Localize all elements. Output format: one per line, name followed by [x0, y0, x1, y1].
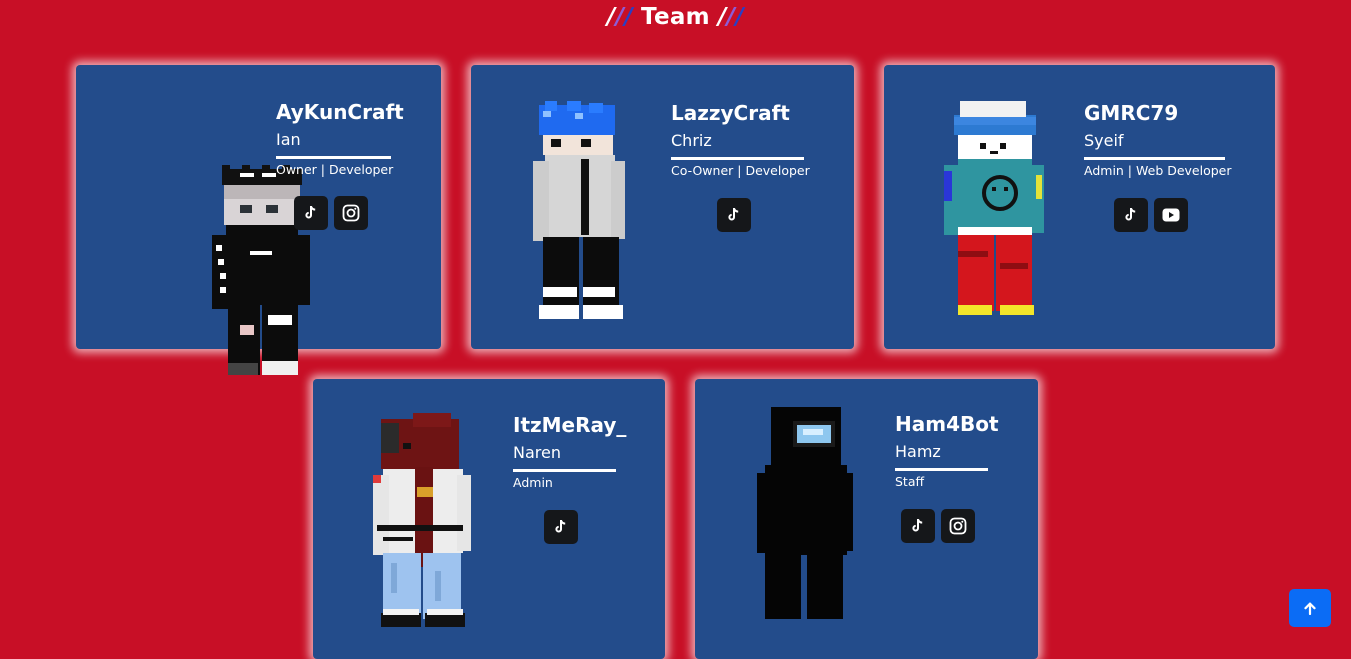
instagram-icon: [949, 517, 967, 535]
member-username: Ham4Bot: [895, 412, 999, 436]
member-name: Naren: [513, 443, 561, 462]
member-name: Hamz: [895, 442, 941, 461]
minecraft-skin-image: [757, 407, 853, 619]
member-role: Admin | Web Developer: [1084, 163, 1232, 178]
member-username: LazzyCraft: [671, 101, 790, 125]
social-links: [717, 198, 751, 232]
divider: [276, 156, 391, 159]
member-info: AyKunCraft Ian Owner | Developer: [276, 100, 404, 179]
divider: [671, 157, 804, 160]
instagram-icon: [342, 204, 360, 222]
tiktok-icon: [728, 207, 739, 221]
title-prefix-slashes: ///: [606, 4, 634, 30]
member-role: Owner | Developer: [276, 162, 394, 177]
team-card-itzmeray: ItzMeRay_ Naren Admin: [313, 379, 665, 659]
divider: [1084, 157, 1225, 160]
tiktok-icon: [912, 518, 923, 532]
divider: [513, 469, 616, 472]
team-card-gmrc79: GMRC79 Syeif Admin | Web Developer: [884, 65, 1275, 349]
member-info: LazzyCraft Chriz Co-Owner | Developer: [671, 101, 810, 180]
tiktok-link-button[interactable]: [901, 509, 935, 543]
member-role: Co-Owner | Developer: [671, 163, 810, 178]
back-to-top-button[interactable]: [1289, 589, 1331, 627]
instagram-link-button[interactable]: [941, 509, 975, 543]
member-username: GMRC79: [1084, 101, 1179, 125]
tiktok-link-button[interactable]: [1114, 198, 1148, 232]
team-card-aykuncraft: AyKunCraft Ian Owner | Developer: [76, 65, 441, 375]
member-info: GMRC79 Syeif Admin | Web Developer: [1084, 101, 1232, 180]
social-links: [294, 196, 368, 230]
member-info: ItzMeRay_ Naren Admin: [513, 413, 626, 492]
instagram-link-button[interactable]: [334, 196, 368, 230]
youtube-icon: [1162, 208, 1180, 222]
youtube-link-button[interactable]: [1154, 198, 1188, 232]
member-role: Admin: [513, 475, 553, 490]
tiktok-link-button[interactable]: [544, 510, 578, 544]
title-suffix-slashes: ///: [717, 4, 745, 30]
tiktok-icon: [305, 205, 316, 219]
team-card-lazzycraft: LazzyCraft Chriz Co-Owner | Developer: [471, 65, 854, 349]
tiktok-link-button[interactable]: [717, 198, 751, 232]
member-username: ItzMeRay_: [513, 413, 627, 437]
social-links: [544, 510, 578, 544]
member-name: Syeif: [1084, 131, 1124, 150]
minecraft-skin-image: [944, 101, 1044, 315]
arrow-up-icon: [1304, 602, 1316, 615]
tiktok-icon: [555, 519, 566, 533]
divider: [895, 468, 988, 471]
social-links: [1114, 198, 1188, 232]
tiktok-icon: [1125, 207, 1136, 221]
section-title: /// Team ///: [0, 0, 1351, 34]
minecraft-skin-image: [373, 413, 471, 627]
social-links: [901, 509, 975, 543]
tiktok-link-button[interactable]: [294, 196, 328, 230]
team-card-ham4bot: Ham4Bot Hamz Staff: [695, 379, 1038, 659]
member-name: Chriz: [671, 131, 712, 150]
member-role: Staff: [895, 474, 925, 489]
member-name: Ian: [276, 130, 301, 149]
minecraft-skin-image: [533, 101, 625, 319]
title-text: Team: [641, 4, 710, 30]
member-username: AyKunCraft: [276, 100, 404, 124]
member-info: Ham4Bot Hamz Staff: [895, 412, 999, 491]
